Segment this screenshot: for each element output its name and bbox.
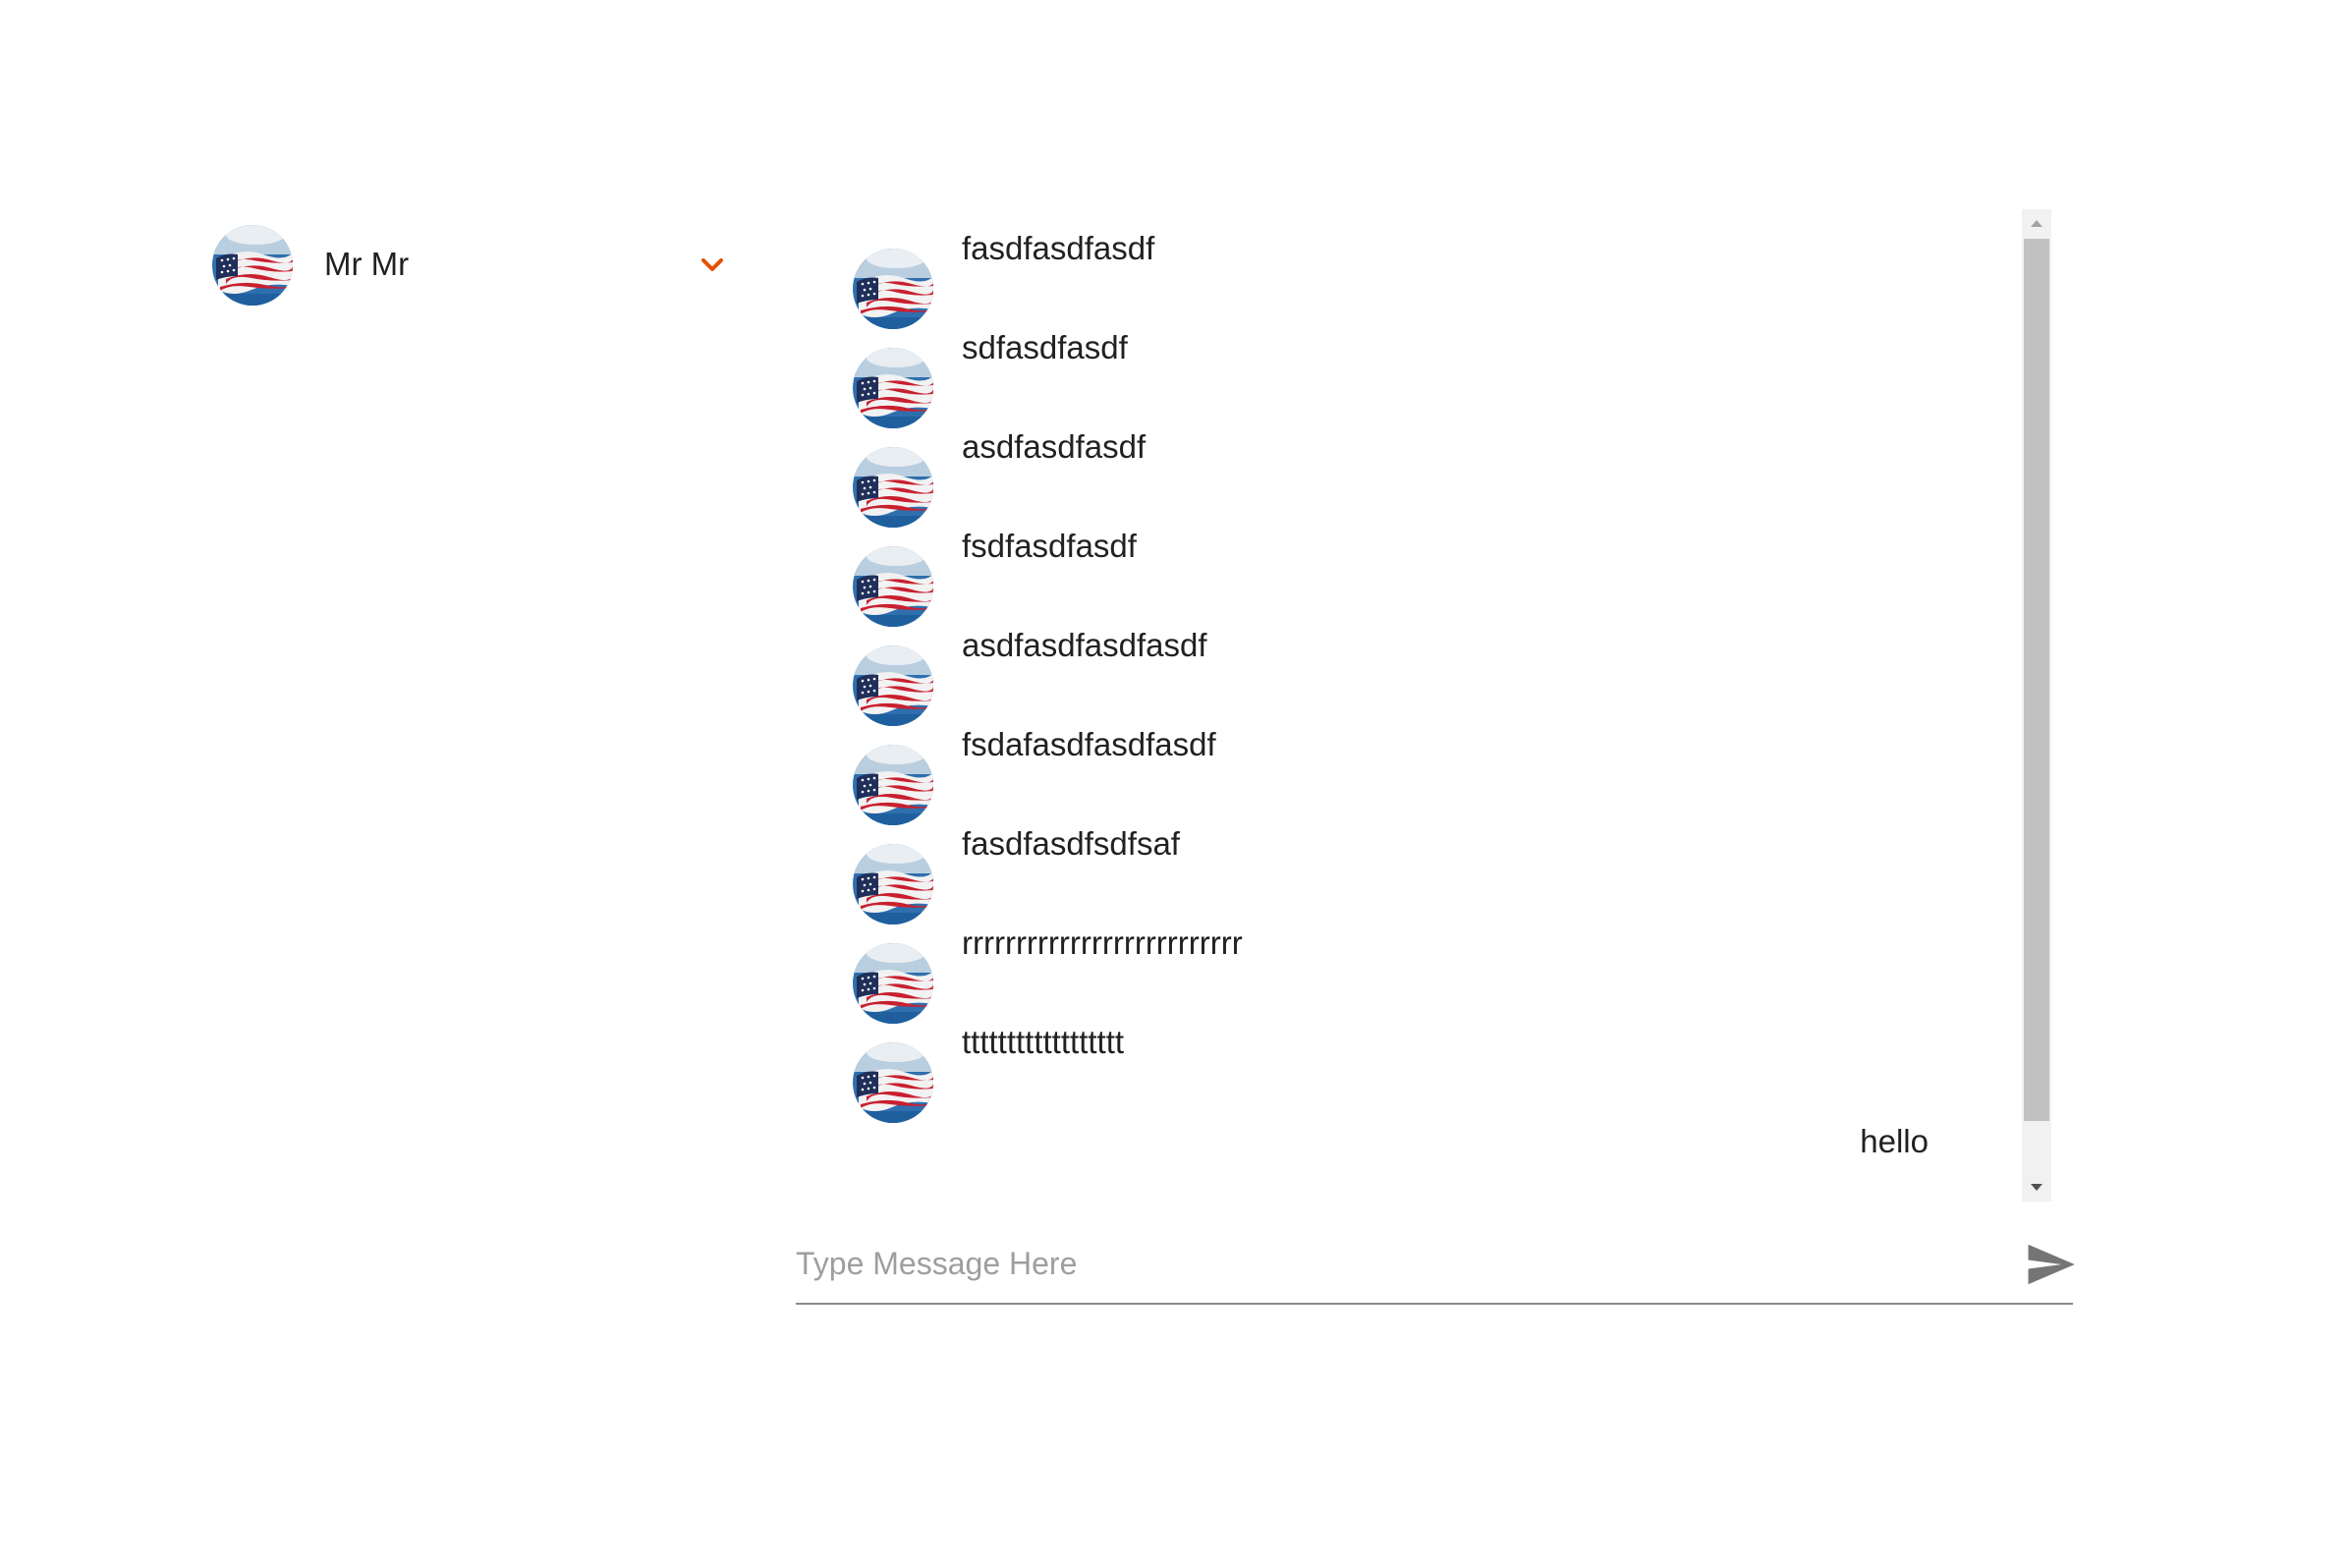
contact-name: Mr Mr: [324, 246, 410, 282]
message-list-scrollbar[interactable]: [2022, 209, 2051, 1202]
message-text: fsdfasdfasdf: [962, 528, 1137, 564]
message-text: rrrrrrrrrrrrrrrrrrrrrrrrrr: [962, 924, 1243, 961]
message-item: fsdafasdfasdfasdf: [849, 705, 2049, 805]
message-item: rrrrrrrrrrrrrrrrrrrrrrrrrr: [849, 904, 2049, 1003]
message-item: fasdfasdfsdfsaf: [849, 805, 2049, 904]
chevron-down-icon[interactable]: [689, 242, 736, 289]
message-text: tttttttttttttttttt: [962, 1024, 1125, 1060]
message-text: fasdfasdfasdf: [962, 230, 1155, 266]
message-input[interactable]: [796, 1244, 1955, 1283]
message-item: fasdfasdfasdf: [849, 209, 2049, 308]
message-text: sdfasdfasdf: [962, 329, 1128, 365]
contact-avatar: [212, 225, 293, 306]
own-message-item: hello: [849, 1102, 2049, 1202]
scroll-up-arrow-icon[interactable]: [2022, 209, 2051, 239]
send-icon[interactable]: [2024, 1238, 2077, 1291]
message-text: asdfasdfasdf: [962, 428, 1147, 465]
message-list[interactable]: fasdfasdfasdf sdfasdfasdf asdfasdfasdf f…: [849, 209, 2049, 1202]
chat-page: Mr Mr fasdfasdfasdf sdfasdfasdf asdfasdf…: [0, 0, 2350, 1568]
message-text: fsdafasdfasdfasdf: [962, 726, 1216, 762]
message-item: tttttttttttttttttt: [849, 1003, 2049, 1102]
flag-avatar-icon: [212, 225, 293, 306]
scroll-down-arrow-icon[interactable]: [2022, 1172, 2051, 1202]
message-item: asdfasdfasdfasdf: [849, 606, 2049, 705]
own-message-text: hello: [1860, 1123, 1929, 1159]
scrollbar-thumb[interactable]: [2024, 239, 2049, 1121]
message-item: asdfasdfasdf: [849, 408, 2049, 507]
message-text: fasdfasdfsdfsaf: [962, 825, 1180, 862]
message-composer: [796, 1218, 2075, 1305]
message-text: asdfasdfasdfasdf: [962, 627, 1207, 663]
message-item: fsdfasdfasdf: [849, 507, 2049, 606]
contact-header: Mr Mr: [212, 225, 731, 306]
message-item: sdfasdfasdf: [849, 308, 2049, 408]
